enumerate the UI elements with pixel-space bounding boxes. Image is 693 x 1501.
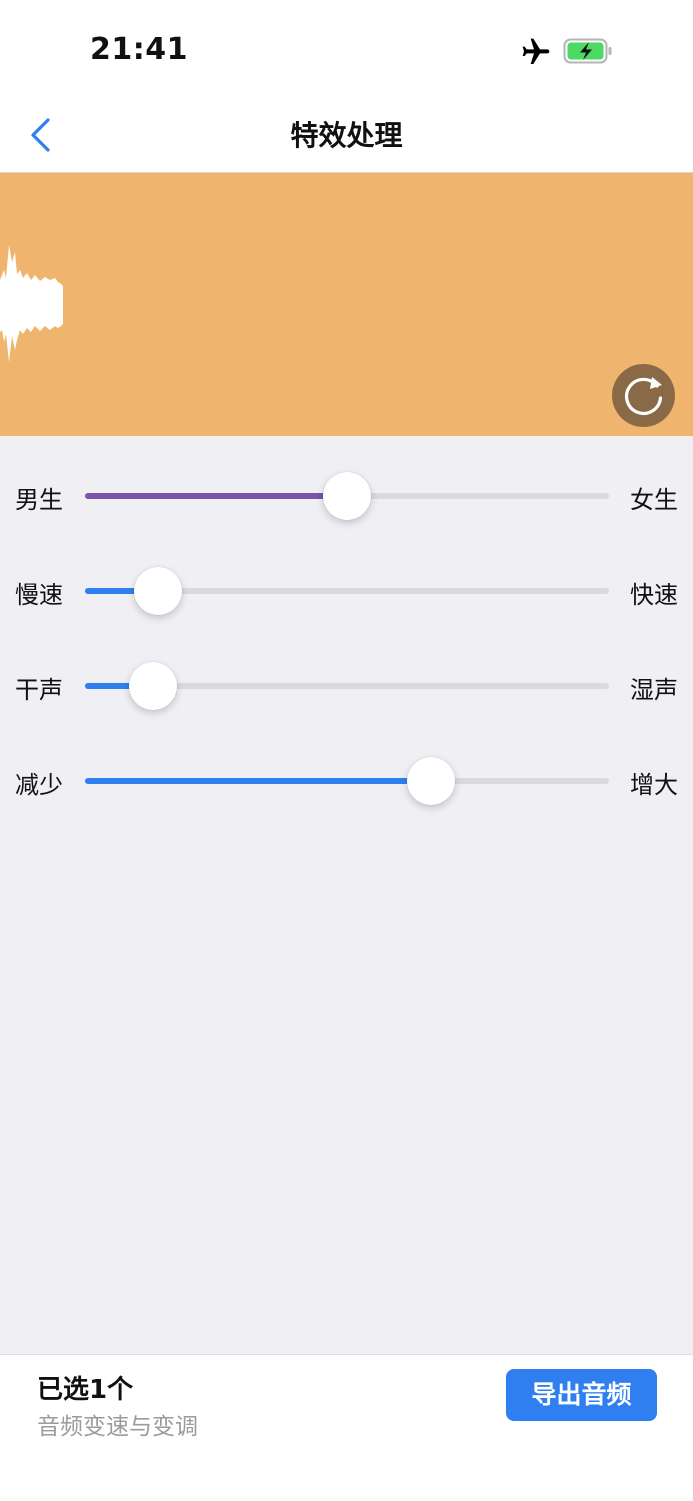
slider-left-label: 男生: [15, 486, 63, 514]
slider-row-pitch: 男生 女生: [0, 466, 693, 526]
bottom-bar: 已选1个 音频变速与变调 导出音频: [0, 1354, 693, 1501]
battery-charging-icon: [563, 38, 612, 64]
slider-left-label: 减少: [15, 771, 63, 799]
slider-row-speed: 慢速 快速: [0, 561, 693, 621]
slider-left-label: 干声: [15, 676, 63, 704]
slider-thumb[interactable]: [129, 662, 178, 710]
page-title: 特效处理: [290, 119, 403, 152]
slider-right-label: 女生: [630, 486, 678, 514]
slider-row-volume: 减少 增大: [0, 751, 693, 811]
slider-fill: [85, 778, 431, 784]
slider-right-label: 湿声: [630, 676, 678, 704]
waveform: [0, 245, 63, 362]
selected-count: 已选1个: [37, 1375, 134, 1405]
slider-thumb[interactable]: [134, 567, 183, 615]
slider-thumb[interactable]: [406, 757, 455, 805]
status-time: 21:41: [90, 32, 188, 67]
export-audio-button[interactable]: 导出音频: [506, 1369, 657, 1421]
slider-left-label: 慢速: [15, 581, 63, 609]
status-bar: 21:41: [0, 0, 693, 100]
slider-row-reverb: 干声 湿声: [0, 656, 693, 716]
waveform-panel: [0, 173, 693, 436]
slider-fill: [85, 493, 347, 499]
slider-right-label: 快速: [630, 581, 678, 609]
slider-track[interactable]: [85, 778, 609, 784]
reset-button[interactable]: [612, 364, 675, 427]
slider-thumb[interactable]: [323, 472, 371, 520]
nav-bar: 特效处理: [0, 100, 693, 173]
slider-right-label: 增大: [630, 771, 678, 799]
refresh-icon: [625, 377, 663, 415]
selection-description: 音频变速与变调: [37, 1414, 198, 1440]
airplane-icon: [522, 38, 550, 64]
